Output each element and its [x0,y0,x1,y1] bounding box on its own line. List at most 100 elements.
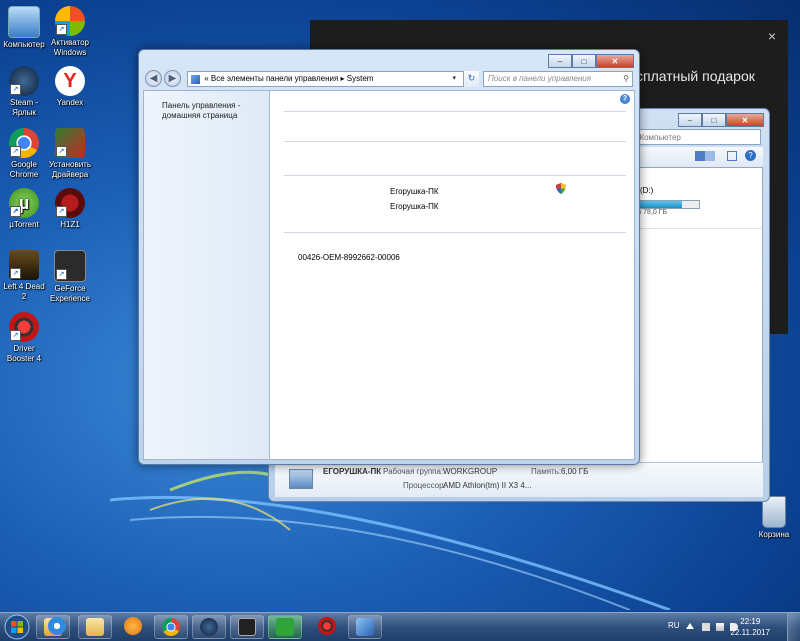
drive-d-usage-bar [638,200,700,209]
view-options-icon[interactable] [695,151,715,161]
search-input[interactable]: Поиск в панели управления ⚲ [483,71,633,87]
chrome-icon [162,618,180,636]
drive-d-free: з 78,0 ГБ [638,209,668,216]
desktop-icon-left4dead[interactable]: ↗ Left 4 Dead 2 [0,250,48,302]
section-divider [284,175,626,176]
network-icon[interactable] [716,623,724,631]
workgroup-label: Рабочая группа: [383,467,444,476]
close-button[interactable]: ✕ [726,113,764,127]
refresh-button[interactable]: ↻ [463,71,479,87]
cpu-value: AMD Athlon(tm) II X3 4... [443,481,532,490]
steam-icon: ↗ [9,66,39,96]
workgroup-value: WORKGROUP [443,467,498,476]
desktop-icon-drivers[interactable]: ↗ Установить Драйвера [46,128,94,180]
folder-icon [86,618,104,636]
desktop-icon-utorrent[interactable]: µ ↗ µTorrent [0,188,48,230]
computer-search-input[interactable]: с: Компьютер [627,129,761,145]
back-button[interactable]: ◀ [145,70,162,87]
shortcut-arrow-icon: ↗ [10,84,21,95]
yandex-icon: Y [55,66,85,96]
minimize-button[interactable]: ‒ [678,113,702,127]
shortcut-arrow-icon: ↗ [56,146,67,157]
product-id-value: 00426-OEM-8992662-00006 [298,253,400,262]
taskbar-geforce[interactable] [230,615,264,639]
help-icon[interactable]: ? [620,94,630,104]
desktop-icon-activator[interactable]: ↗ Активатор Windows [46,6,94,58]
computer-pc-icon [289,469,313,489]
taskbar-driver-booster[interactable] [310,615,344,639]
taskbar-ie[interactable] [40,615,74,639]
h1z1-icon: ↗ [55,188,85,218]
system-window[interactable]: ‒ □ ✕ ◀ ▶ « Все элементы панели управлен… [138,49,640,465]
computer-icon [8,6,40,38]
navigation-bar: ◀ ▶ « Все элементы панели управления ▸ S… [143,70,635,90]
desktop-icon-computer[interactable]: Компьютер [0,6,48,50]
computer-details-pane: ЕГОРУШКА-ПК Рабочая группа: WORKGROUP Па… [275,462,763,497]
address-dropdown-icon[interactable]: ▾ [452,72,456,86]
sidebar-link-control-panel-home[interactable]: Панель управления - домашняя страница [162,101,262,121]
taskbar-libraries[interactable] [78,615,112,639]
breadcrumb-system[interactable]: System [347,74,374,83]
steam-icon [200,618,218,636]
taskbar-steam[interactable] [192,615,226,639]
drivers-icon: ↗ [55,128,85,158]
shortcut-arrow-icon: ↗ [56,206,67,217]
taskbar: RU 22:19 22.11.2017 [0,612,800,641]
shortcut-arrow-icon: ↗ [56,269,67,280]
system-tray: RU 22:19 22.11.2017 [660,613,800,641]
ie-icon [48,617,66,635]
desktop-icon-geforce[interactable]: ↗ GeForce Experience [46,250,94,304]
content-divider [636,228,762,229]
desktop-icon-steam[interactable]: ↗ Steam - Ярлык [0,66,48,118]
shortcut-arrow-icon: ↗ [10,268,21,279]
section-divider [284,232,626,233]
breadcrumb-all-items[interactable]: Все элементы панели управления [211,74,338,83]
clock-time: 22:19 [740,617,761,626]
preview-pane-icon[interactable] [727,151,737,161]
drive-d-usage-fill [639,201,683,208]
taskbar-media-player[interactable] [116,615,150,639]
uac-shield-icon[interactable] [556,183,566,194]
address-bar[interactable]: « Все элементы панели управления ▸ Syste… [187,71,477,87]
shortcut-arrow-icon: ↗ [10,330,21,341]
desktop-icon-yandex[interactable]: Y Yandex [46,66,94,108]
forward-button[interactable]: ▶ [164,70,181,87]
search-icon: ⚲ [623,74,629,83]
shortcut-arrow-icon: ↗ [56,24,67,35]
action-center-icon[interactable] [702,623,710,631]
geforce-icon: ↗ [54,250,86,282]
help-icon[interactable]: ? [745,150,756,161]
taskbar-utorrent[interactable] [268,615,302,639]
desktop-icon-chrome[interactable]: ↗ Google Chrome [0,128,48,180]
memory-value: 6,00 ГБ [561,467,589,476]
shortcut-arrow-icon: ↗ [10,206,21,217]
drive-d-label[interactable]: (D:) [640,186,653,195]
full-computer-name-value: Егорушка-ПК [390,202,439,211]
clock[interactable]: 22:19 22.11.2017 [731,616,770,638]
refresh-icon: ↻ [467,73,476,83]
show-desktop-button[interactable] [787,613,800,641]
sidebar: Панель управления - домашняя страница [143,90,270,460]
activator-icon: ↗ [55,6,85,36]
desktop-icon-driver-booster[interactable]: ↗ Driver Booster 4 [0,312,48,364]
section-divider [284,141,626,142]
clock-date: 22.11.2017 [730,628,770,637]
desktop-icon-recycle-bin[interactable]: Корзина [750,496,798,540]
taskbar-control-panel[interactable] [348,615,382,639]
ad-close-button[interactable]: × [768,28,776,44]
close-button[interactable]: ✕ [596,54,634,68]
start-button[interactable] [2,613,32,641]
show-hidden-icons-icon[interactable] [686,623,694,629]
computer-window-controls: ‒ □ ✕ [678,113,764,127]
taskbar-chrome[interactable] [154,615,188,639]
desktop-icon-h1z1[interactable]: ↗ H1Z1 [46,188,94,230]
ad-gift-text: сплатный подарок [636,68,755,84]
driver-booster-icon: ↗ [9,312,39,342]
section-divider [284,111,626,112]
language-indicator[interactable]: RU [668,621,680,630]
computer-name: ЕГОРУШКА-ПК [323,467,382,476]
maximize-button[interactable]: □ [572,54,596,68]
memory-label: Память: [531,467,562,476]
minimize-button[interactable]: ‒ [548,54,572,68]
maximize-button[interactable]: □ [702,113,726,127]
